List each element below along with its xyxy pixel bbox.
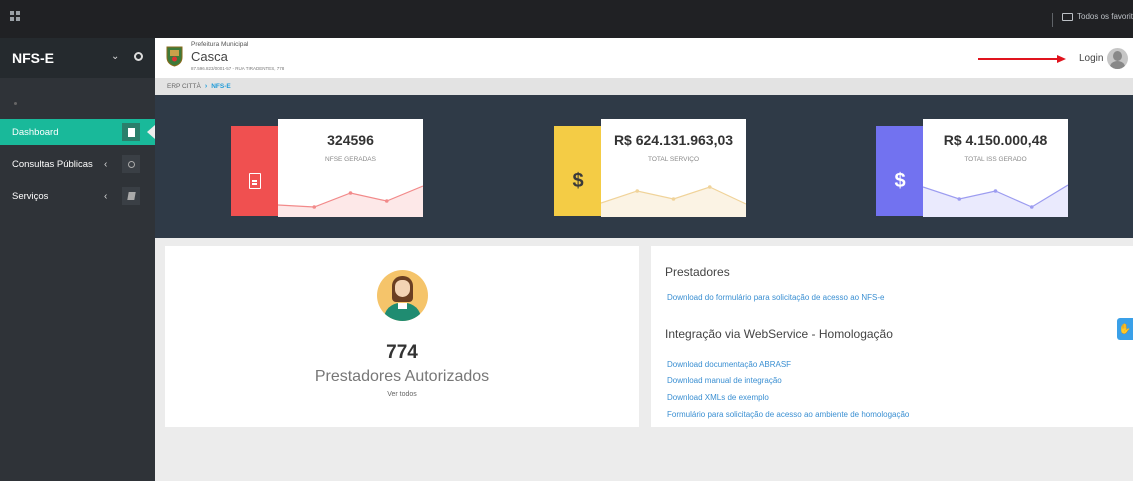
download-form-link[interactable]: Download do formulário para solicitação … [667, 293, 884, 302]
municipality-label: Prefeitura Municipal [191, 41, 249, 48]
sparkline-point [1029, 205, 1034, 209]
favorites-bookmark[interactable]: Todos os favoritos [1062, 12, 1133, 21]
sparkline-point [348, 191, 353, 195]
stat-caption: TOTAL ISS GERADO [964, 156, 1027, 163]
prestador-avatar-icon [377, 270, 428, 321]
sparkline-point [312, 205, 317, 209]
sparkline-point [635, 189, 640, 193]
dollar-icon: $ [572, 169, 584, 192]
download-manual-link[interactable]: Download manual de integração [667, 376, 782, 385]
sparkline-point [957, 197, 962, 201]
user-avatar-icon[interactable] [1107, 48, 1128, 69]
sparkline-chart [278, 185, 423, 217]
stat-caption: TOTAL SERVIÇO [647, 156, 700, 163]
homologacao-form-link[interactable]: Formulário para solicitação de acesso ao… [667, 410, 909, 419]
gear-icon[interactable] [134, 52, 143, 61]
sidebar-item-label: Serviços [12, 190, 49, 202]
sidebar-item-label: Dashboard [12, 126, 59, 138]
chevron-left-icon: ‹ [104, 158, 108, 170]
stat-caption: NFSE GERADAS [325, 156, 376, 163]
sparkline-point [993, 189, 998, 193]
sidebar-item-consultas-publicas[interactable]: Consultas Públicas ‹ [0, 151, 155, 177]
app-title: NFS-E [12, 50, 54, 66]
sparkline-area [601, 187, 746, 217]
sidebar: NFS-E ⌄ Dashboard Consultas Públicas ‹ S… [0, 38, 155, 481]
dollar-icon: $ [894, 169, 906, 192]
city-name: Casca [191, 49, 228, 64]
stat-card-total-servico: $ R$ 624.131.963,03 TOTAL SERVIÇO [554, 119, 746, 217]
sparkline-chart [601, 185, 746, 217]
sidebar-item-label: Consultas Públicas [12, 158, 93, 170]
breadcrumb-current: NFS-E [211, 83, 231, 90]
document-icon [245, 171, 265, 191]
ver-todos-link[interactable]: Ver todos [165, 391, 639, 398]
chevron-right-icon: › [204, 83, 208, 90]
folder-icon [1062, 12, 1073, 21]
chevron-down-icon[interactable]: ⌄ [111, 51, 119, 62]
stat-card-body: R$ 624.131.963,03 TOTAL SERVIÇO [601, 119, 746, 217]
red-arrow-head [1057, 55, 1066, 63]
stat-icon-panel: $ [876, 126, 926, 216]
sparkline-point [707, 185, 712, 189]
download-abrasf-link[interactable]: Download documentação ABRASF [667, 360, 791, 369]
stat-card-total-iss: $ R$ 4.150.000,48 TOTAL ISS GERADO [876, 119, 1068, 217]
sparkline-point [384, 199, 389, 203]
chevron-left-icon: ‹ [104, 190, 108, 202]
toolbar-divider [1052, 13, 1053, 27]
breadcrumb: ERP CITTÀ › NFS-E [155, 78, 1133, 95]
downloads-panel: Prestadores Download do formulário para … [651, 246, 1133, 427]
prestadores-count: 774 [386, 342, 418, 363]
search-icon [122, 155, 140, 173]
download-xml-link[interactable]: Download XMLs de exemplo [667, 393, 769, 402]
stat-icon-panel: $ [554, 126, 604, 216]
book-icon [122, 187, 140, 205]
stat-card-body: 324596 NFSE GERADAS [278, 119, 423, 217]
section-title-prestadores: Prestadores [665, 265, 730, 279]
sidebar-item-servicos[interactable]: Serviços ‹ [0, 183, 155, 209]
sparkline-point [671, 197, 676, 201]
page-header: Prefeitura Municipal Casca 87.596.823/00… [155, 38, 1133, 78]
stat-value: 324596 [327, 132, 374, 148]
browser-toolbar: Todos os favoritos [0, 0, 1133, 38]
breadcrumb-root[interactable]: ERP CITTÀ [167, 83, 201, 90]
municipality-address: 87.596.823/0001-57 - RUA TIRADENTES, 778 [191, 66, 285, 71]
stat-card-nfse-geradas: 324596 NFSE GERADAS [231, 119, 423, 217]
stats-band: 324596 NFSE GERADAS $ R$ 624.131.963,03 … [155, 95, 1133, 238]
login-link[interactable]: Login [1079, 53, 1103, 64]
stat-card-body: R$ 4.150.000,48 TOTAL ISS GERADO [923, 119, 1068, 217]
prestadores-panel: 774 Prestadores Autorizados Ver todos [165, 246, 639, 427]
sidebar-separator-dot [14, 102, 17, 105]
sparkline-area [278, 186, 423, 217]
stat-icon-panel [231, 126, 281, 216]
active-indicator [147, 125, 155, 139]
favorites-label: Todos os favoritos [1077, 12, 1133, 21]
prestadores-label: Prestadores Autorizados [314, 368, 490, 385]
municipal-crest-icon [166, 46, 183, 67]
stat-value: R$ 4.150.000,48 [943, 132, 1048, 148]
stat-value: R$ 624.131.963,03 [613, 132, 734, 148]
section-title-webservice: Integração via WebService - Homologação [665, 327, 893, 341]
accessibility-hand-icon[interactable]: ✋ [1117, 318, 1133, 340]
sparkline-chart [923, 184, 1068, 217]
sidebar-item-dashboard[interactable]: Dashboard [0, 119, 155, 145]
apps-grid-icon[interactable] [10, 11, 22, 23]
document-icon [122, 123, 140, 141]
red-arrow-annotation [978, 58, 1060, 60]
sidebar-header: NFS-E ⌄ [0, 38, 155, 78]
